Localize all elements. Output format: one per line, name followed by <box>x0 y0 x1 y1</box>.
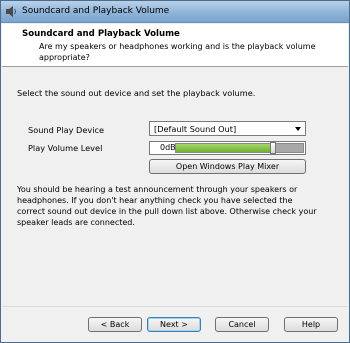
next-button[interactable]: Next > <box>147 317 201 332</box>
play-volume-level-label: Play Volume Level <box>28 143 103 153</box>
page-subtitle: Are my speakers or headphones working an… <box>39 42 316 62</box>
volume-slider-track[interactable] <box>175 142 304 154</box>
instruction-text: Select the sound out device and set the … <box>17 88 256 98</box>
volume-slider-thumb[interactable] <box>270 142 276 154</box>
title-bar[interactable]: Soundcard and Playback Volume <box>1 1 349 23</box>
footer-divider <box>2 306 348 307</box>
help-description: You should be hearing a test announcemen… <box>17 185 317 227</box>
sound-play-device-label: Sound Play Device <box>28 125 105 135</box>
window-title: Soundcard and Playback Volume <box>22 6 170 16</box>
cancel-button[interactable]: Cancel <box>215 317 269 332</box>
chevron-down-icon <box>295 127 301 131</box>
volume-readout: 0dB <box>160 143 176 152</box>
sound-play-device-select[interactable]: [Default Sound Out] <box>149 121 306 136</box>
wizard-window: Soundcard and Playback Volume Soundcard … <box>0 0 350 343</box>
sound-play-device-value: [Default Sound Out] <box>154 124 237 134</box>
open-windows-play-mixer-button[interactable]: Open Windows Play Mixer <box>149 159 306 174</box>
page-title: Soundcard and Playback Volume <box>22 29 180 39</box>
help-button[interactable]: Help <box>284 317 338 332</box>
speaker-icon <box>6 6 16 17</box>
back-button[interactable]: < Back <box>88 317 142 332</box>
wizard-header: Soundcard and Playback Volume Are my spe… <box>2 24 348 67</box>
volume-level-fill <box>176 144 273 152</box>
play-volume-control: 0dB <box>149 141 306 155</box>
